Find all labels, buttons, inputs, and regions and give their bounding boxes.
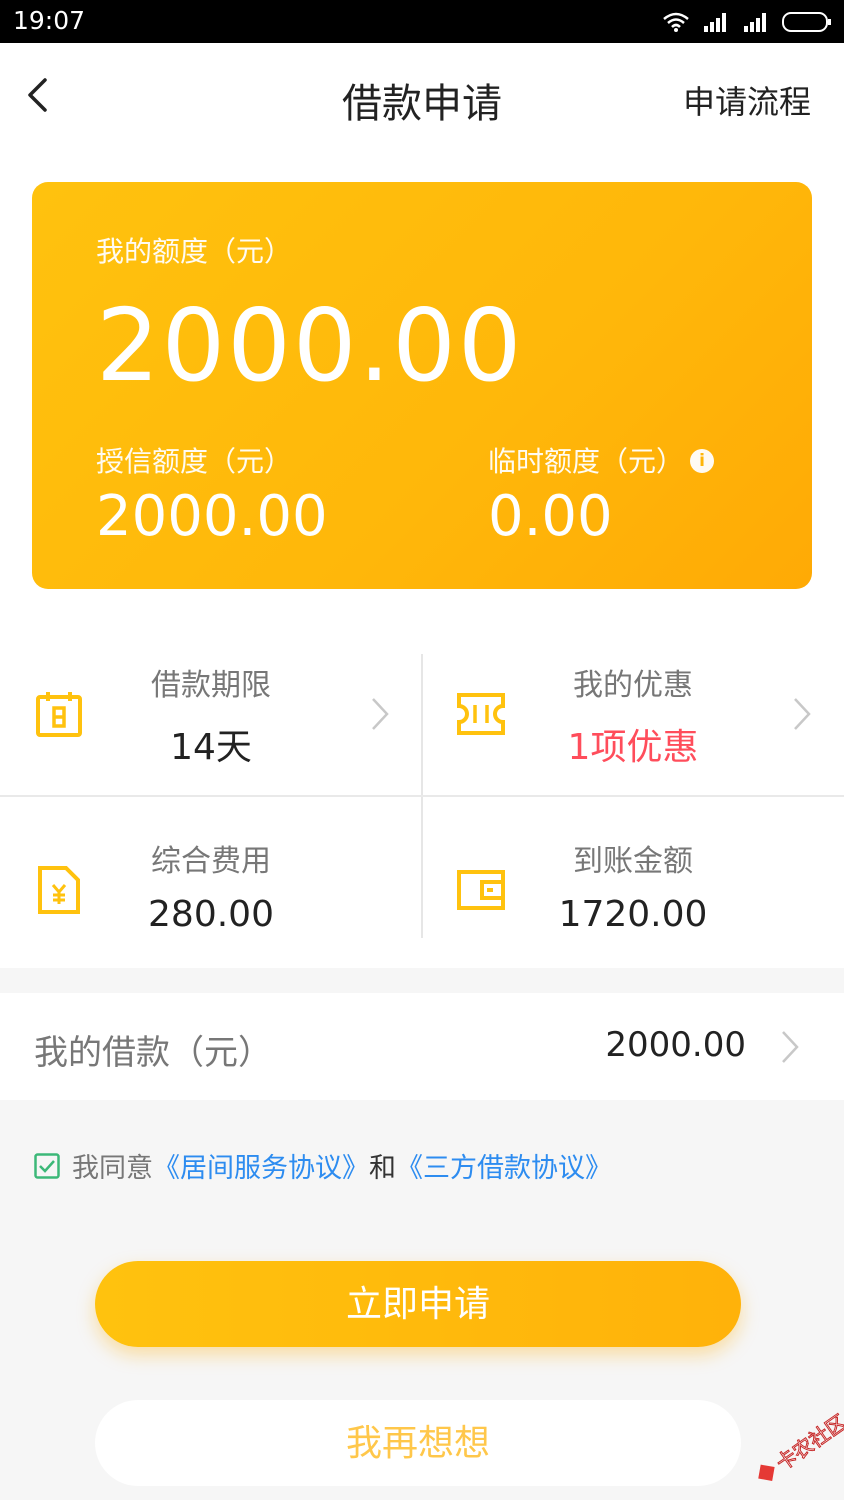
watermark-text: 卡农社区 xyxy=(772,1410,844,1475)
grid-divider-vertical xyxy=(421,797,423,938)
my-loan-row[interactable]: 我的借款（元） 2000.00 xyxy=(0,993,844,1100)
received-amount-value: 1720.00 xyxy=(558,894,708,935)
loan-term-label: 借款期限 xyxy=(151,668,271,703)
status-icons xyxy=(662,9,832,35)
credit-limit-label: 授信额度（元） xyxy=(96,445,293,478)
chevron-right-icon xyxy=(782,1031,799,1063)
battery-icon xyxy=(782,12,831,32)
loan-term-cell[interactable]: 借款期限 14天 xyxy=(0,654,422,797)
received-amount-cell: 到账金额 1720.00 xyxy=(422,830,844,973)
total-fee-label: 综合费用 xyxy=(151,844,271,879)
my-discount-value: 1项优惠 xyxy=(567,727,699,768)
agreement-prefix: 我同意 xyxy=(72,1153,153,1184)
credit-limit-value: 2000.00 xyxy=(96,484,328,549)
grid-divider-horizontal xyxy=(0,795,844,797)
status-bar: 19:07 xyxy=(0,0,844,43)
my-limit-value: 2000.00 xyxy=(96,287,524,404)
chevron-right-icon xyxy=(794,698,811,730)
signal-icon-2 xyxy=(744,13,766,32)
credit-limit-card: 我的额度（元） 2000.00 授信额度（元） 2000.00 临时额度（元） i… xyxy=(32,182,812,589)
agreement-and: 和 xyxy=(369,1153,396,1184)
total-fee-cell: 综合费用 280.00 xyxy=(0,830,422,973)
chevron-right-icon xyxy=(372,698,389,730)
temp-limit-value: 0.00 xyxy=(488,484,613,549)
received-amount-label: 到账金额 xyxy=(573,844,693,879)
agreement-row: 我同意 《居间服务协议》 和 《三方借款协议》 xyxy=(34,1146,612,1185)
agreement-checkbox[interactable] xyxy=(34,1152,60,1179)
rethink-button[interactable]: 我再想想 xyxy=(95,1400,741,1486)
total-fee-value: 280.00 xyxy=(148,894,274,935)
tripartite-loan-agreement-link[interactable]: 《三方借款协议》 xyxy=(396,1146,612,1185)
nav-header: 借款申请 申请流程 xyxy=(0,43,844,153)
grid-divider-vertical xyxy=(421,654,423,795)
status-time: 19:07 xyxy=(13,6,86,35)
intermediary-service-agreement-link[interactable]: 《居间服务协议》 xyxy=(153,1146,369,1185)
application-process-link[interactable]: 申请流程 xyxy=(683,77,811,123)
temp-limit-label-wrap: 临时额度（元） i xyxy=(488,440,715,480)
my-discount-label: 我的优惠 xyxy=(573,668,693,703)
info-icon[interactable]: i xyxy=(690,449,715,473)
forum-watermark-logo: 卡农社区 xyxy=(758,1410,844,1481)
loan-term-value: 14天 xyxy=(170,727,252,768)
temp-limit-label: 临时额度（元） xyxy=(488,445,685,478)
apply-now-button[interactable]: 立即申请 xyxy=(95,1261,741,1347)
wifi-icon xyxy=(663,12,689,32)
my-loan-label: 我的借款（元） xyxy=(34,1033,272,1073)
my-discount-cell[interactable]: 我的优惠 1项优惠 xyxy=(422,654,844,797)
my-loan-value: 2000.00 xyxy=(605,1025,746,1065)
signal-icon xyxy=(704,13,726,32)
my-limit-label: 我的额度（元） xyxy=(96,235,293,268)
